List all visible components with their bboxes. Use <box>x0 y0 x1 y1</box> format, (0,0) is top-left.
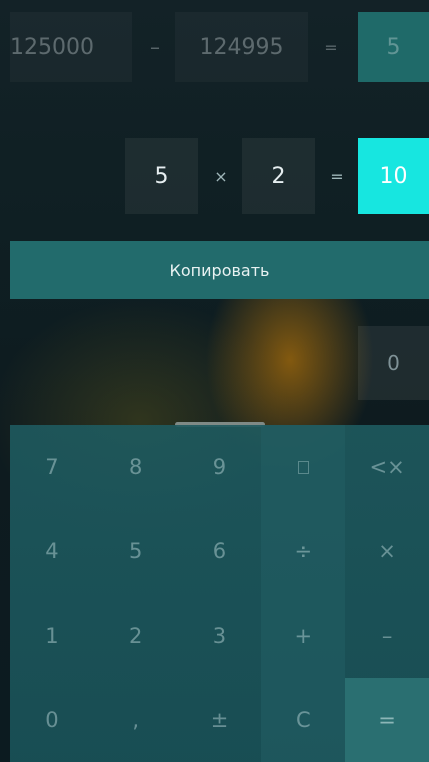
row1-result[interactable]: 5 <box>358 12 429 82</box>
row1-operand-2[interactable]: 124995 <box>175 12 308 82</box>
blank-key-icon <box>297 460 309 474</box>
key-plus[interactable]: + <box>261 593 346 678</box>
key-divide[interactable]: ÷ <box>261 509 346 594</box>
key-comma[interactable]: , <box>94 678 178 762</box>
key-minus[interactable]: – <box>345 594 429 678</box>
row2-operand-2[interactable]: 2 <box>242 138 315 214</box>
key-plus-minus[interactable]: ± <box>178 678 262 762</box>
key-multiply[interactable]: × <box>345 509 429 593</box>
calc-row-1: 125000 – 124995 = 5 <box>0 12 429 82</box>
key-4[interactable]: 4 <box>10 509 94 593</box>
key-empty[interactable] <box>261 425 346 510</box>
key-7[interactable]: 7 <box>10 425 94 509</box>
key-9[interactable]: 9 <box>178 425 262 509</box>
row2-result[interactable]: 10 <box>358 138 429 214</box>
row2-operator: × <box>214 166 228 186</box>
row2-equals-sign: = <box>330 166 344 186</box>
key-5[interactable]: 5 <box>94 509 178 593</box>
key-2[interactable]: 2 <box>94 594 178 678</box>
row1-operator: – <box>150 35 160 59</box>
key-1[interactable]: 1 <box>10 594 94 678</box>
row1-equals-sign: = <box>324 37 338 57</box>
copy-button[interactable]: Копировать <box>10 241 429 299</box>
key-clear[interactable]: C <box>261 677 346 762</box>
key-8[interactable]: 8 <box>94 425 178 509</box>
key-0[interactable]: 0 <box>10 678 94 762</box>
row2-operand-1[interactable]: 5 <box>125 138 198 214</box>
key-3[interactable]: 3 <box>178 594 262 678</box>
calc-row-2: 5 × 2 = 10 <box>0 138 429 214</box>
keypad: 7 8 9 <× 4 5 6 ÷ × 1 2 3 + – 0 , ± C = <box>10 425 429 762</box>
row1-operand-1[interactable]: 125000 <box>10 12 132 82</box>
memory-value-box[interactable]: 0 <box>358 326 429 400</box>
key-backspace[interactable]: <× <box>345 425 429 509</box>
key-equals[interactable]: = <box>345 677 429 762</box>
key-6[interactable]: 6 <box>178 509 262 593</box>
